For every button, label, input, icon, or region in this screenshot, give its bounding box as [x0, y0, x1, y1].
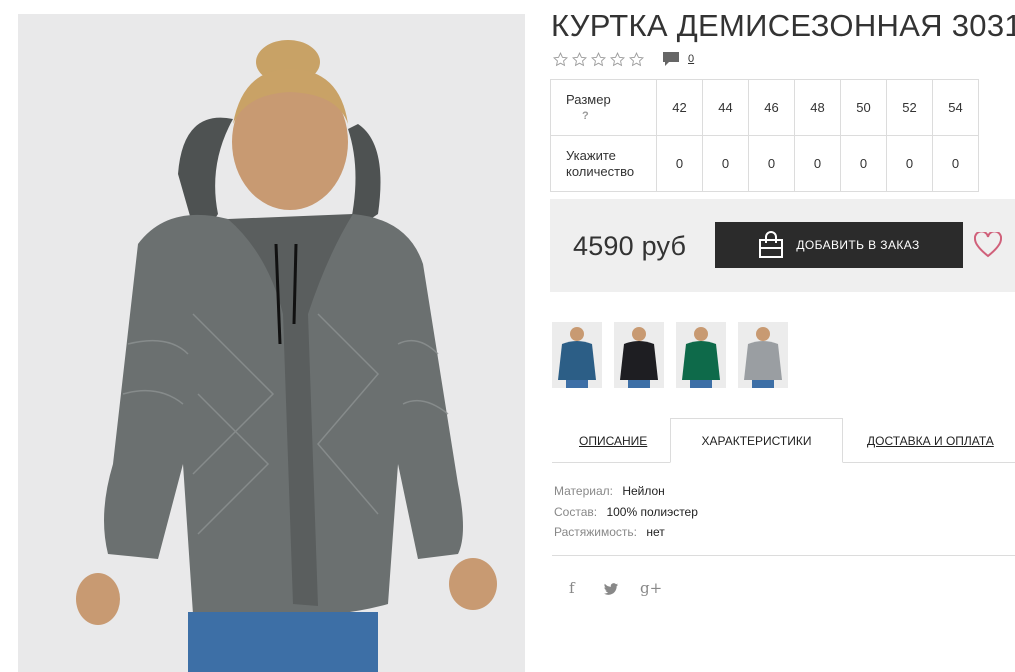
quantity-label-cell: Укажите количество [550, 135, 657, 192]
star-empty-icon[interactable] [553, 51, 568, 67]
thumbnail-black[interactable] [614, 322, 664, 388]
spec-key: Материал: [554, 484, 613, 498]
size-cell: 50 [840, 79, 887, 136]
quantity-label-line2: количество [566, 163, 635, 179]
price: 4590 руб [573, 231, 687, 261]
color-thumbnails [552, 322, 800, 388]
google-plus-icon[interactable]: g+ [640, 579, 662, 597]
quantity-label-line1: Укажите [566, 147, 616, 163]
main-product-image[interactable] [18, 14, 525, 672]
size-cell: 44 [702, 79, 749, 136]
add-to-order-button[interactable]: ДОБАВИТЬ В ЗАКАЗ [715, 222, 963, 268]
quantity-input[interactable]: 0 [886, 135, 933, 192]
spec-value: 100% полиэстер [606, 504, 698, 519]
size-cell: 54 [932, 79, 979, 136]
quantity-row: Укажите количество 0 0 0 0 0 0 0 [550, 135, 979, 192]
star-empty-icon[interactable] [629, 51, 644, 67]
price-panel: 4590 руб ДОБАВИТЬ В ЗАКАЗ [550, 199, 1015, 292]
size-cell: 42 [656, 79, 703, 136]
quantity-input[interactable]: 0 [702, 135, 749, 192]
size-cell: 52 [886, 79, 933, 136]
spec-row: Материал: Нейлон [554, 481, 698, 502]
size-quantity-table: Размер ? 42 44 46 48 50 52 54 Укажите ко… [550, 79, 979, 192]
jacket-thumbnail-image [614, 322, 664, 388]
star-empty-icon[interactable] [572, 51, 587, 67]
thumbnail-blue[interactable] [552, 322, 602, 388]
spec-value: нет [646, 525, 665, 539]
tab-delivery[interactable]: ДОСТАВКА И ОПЛАТА [867, 434, 994, 448]
shopping-bag-icon [759, 231, 784, 258]
quantity-input[interactable]: 0 [932, 135, 979, 192]
quantity-input[interactable]: 0 [748, 135, 795, 192]
review-count-link[interactable]: 0 [688, 53, 694, 65]
rating: 0 [553, 51, 694, 67]
size-cell: 46 [748, 79, 795, 136]
tab-characteristics-label: ХАРАКТЕРИСТИКИ [701, 433, 812, 448]
size-cell: 48 [794, 79, 841, 136]
spec-row: Состав: 100% полиэстер [554, 502, 698, 523]
thumbnail-grey[interactable] [738, 322, 788, 388]
tab-characteristics[interactable]: ХАРАКТЕРИСТИКИ [670, 418, 843, 463]
spec-value: Нейлон [622, 484, 665, 498]
spec-key: Растяжимость: [554, 525, 638, 539]
size-label: Размер [566, 91, 611, 107]
spec-key: Состав: [554, 504, 598, 519]
product-title: КУРТКА ДЕМИСЕЗОННАЯ 3031 [551, 8, 1015, 43]
quantity-input[interactable]: 0 [840, 135, 887, 192]
thumbnail-green[interactable] [676, 322, 726, 388]
comment-icon[interactable] [662, 51, 680, 67]
quantity-input[interactable]: 0 [794, 135, 841, 192]
quantity-input[interactable]: 0 [656, 135, 703, 192]
jacket-photo [18, 14, 525, 672]
star-empty-icon[interactable] [610, 51, 625, 67]
specs-divider [552, 555, 1015, 556]
tab-description[interactable]: ОПИСАНИЕ [579, 434, 647, 448]
spec-row: Растяжимость: нет [554, 522, 698, 543]
jacket-thumbnail-image [552, 322, 602, 388]
star-empty-icon[interactable] [591, 51, 606, 67]
add-to-order-label: ДОБАВИТЬ В ЗАКАЗ [796, 238, 920, 252]
wishlist-heart-icon[interactable] [974, 232, 1002, 258]
facebook-icon[interactable]: f [569, 579, 575, 597]
twitter-icon[interactable] [603, 583, 619, 596]
jacket-thumbnail-image [676, 322, 726, 388]
size-help-icon[interactable]: ? [566, 108, 656, 124]
size-row: Размер ? 42 44 46 48 50 52 54 [550, 79, 979, 136]
specs-list: Материал: Нейлон Состав: 100% полиэстер … [554, 481, 698, 543]
size-label-cell: Размер ? [550, 79, 657, 136]
jacket-thumbnail-image [738, 322, 788, 388]
